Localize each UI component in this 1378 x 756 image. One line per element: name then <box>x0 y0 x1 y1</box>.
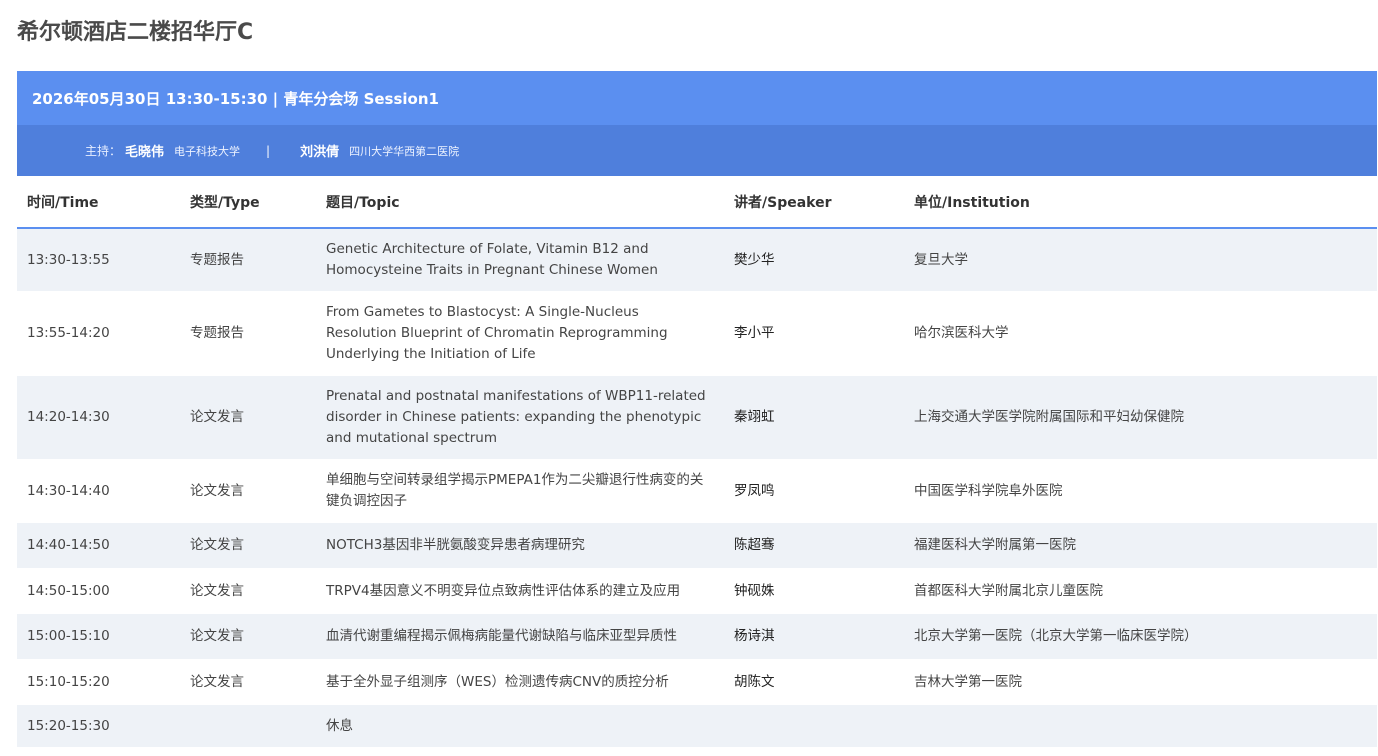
chair-name: 毛晓伟 <box>125 145 165 160</box>
cell-time: 13:30-13:55 <box>17 228 180 291</box>
cell-type <box>180 705 316 747</box>
cell-type: 论文发言 <box>190 673 244 690</box>
cell-speaker: 樊少华 <box>724 228 904 291</box>
session-block: 2026年05月30日 13:30-15:30 | 青年分会场 Session1… <box>17 71 1377 747</box>
table-row: 13:30-13:55 专题报告 Genetic Architecture of… <box>17 228 1377 291</box>
cell-speaker <box>724 705 904 747</box>
cell-type: 专题报告 <box>190 325 244 341</box>
session-header: 2026年05月30日 13:30-15:30 | 青年分会场 Session1 <box>17 71 1377 125</box>
cell-time: 14:40-14:50 <box>17 523 180 568</box>
cell-topic: 休息 <box>316 705 724 747</box>
cell-type: 论文发言 <box>180 614 316 659</box>
cell-time: 14:50-15:00 <box>27 582 110 599</box>
cell-time: 15:10-15:20 <box>27 673 110 690</box>
table-row: 13:55-14:20 专题报告 From Gametes to Blastoc… <box>17 291 1377 376</box>
header-time: 时间/Time <box>17 176 180 229</box>
header-type: 类型/Type <box>180 176 316 229</box>
cell-speaker: 秦翊虹 <box>724 376 904 459</box>
cell-institution: 上海交通大学医学院附属国际和平妇幼保健院 <box>904 376 1377 459</box>
cell-topic: 单细胞与空间转录组学揭示PMEPA1作为二尖瓣退行性病变的关键负调控因子 <box>326 472 704 509</box>
cell-speaker: 罗凤鸣 <box>734 482 775 499</box>
table-row: 14:30-14:40 论文发言 单细胞与空间转录组学揭示PMEPA1作为二尖瓣… <box>17 459 1377 523</box>
cell-topic: TRPV4基因意义不明变异位点致病性评估体系的建立及应用 <box>326 582 681 599</box>
cell-time: 13:55-14:20 <box>27 325 110 341</box>
venue-title: 希尔顿酒店二楼招华厅C <box>17 20 254 45</box>
cell-institution: 中国医学科学院阜外医院 <box>914 482 1063 499</box>
table-header-row: 时间/Time 类型/Type 题目/Topic 讲者/Speaker 单位/I… <box>17 176 1377 229</box>
cell-institution: 首都医科大学附属北京儿童医院 <box>914 582 1103 599</box>
cell-time: 14:20-14:30 <box>17 376 180 459</box>
cell-topic: Genetic Architecture of Folate, Vitamin … <box>316 228 724 291</box>
cell-institution: 哈尔滨医科大学 <box>914 325 1009 341</box>
cell-speaker: 陈超骞 <box>724 523 904 568</box>
cell-topic: 血清代谢重编程揭示佩梅病能量代谢缺陷与临床亚型异质性 <box>316 614 724 659</box>
cell-type: 论文发言 <box>180 376 316 459</box>
table-row: 14:50-15:00 论文发言 TRPV4基因意义不明变异位点致病性评估体系的… <box>17 568 1377 614</box>
cell-speaker: 杨诗淇 <box>724 614 904 659</box>
table-row: 15:00-15:10 论文发言 血清代谢重编程揭示佩梅病能量代谢缺陷与临床亚型… <box>17 614 1377 659</box>
cell-type: 专题报告 <box>180 228 316 291</box>
cell-time: 14:30-14:40 <box>27 482 110 499</box>
cell-topic: Prenatal and postnatal manifestations of… <box>316 376 724 459</box>
session-header-text: 2026年05月30日 13:30-15:30 | 青年分会场 Session1 <box>32 89 439 108</box>
cell-institution: 吉林大学第一医院 <box>914 673 1022 690</box>
chair-bar: 主持： 毛晓伟 电子科技大学 | 刘洪倩 四川大学华西第二医院 <box>17 125 1377 176</box>
cell-speaker: 李小平 <box>734 325 775 341</box>
cell-topic: NOTCH3基因非半胱氨酸变异患者病理研究 <box>316 523 724 568</box>
cell-institution: 北京大学第一医院（北京大学第一临床医学院） <box>904 614 1377 659</box>
chair-label: 主持： <box>85 144 122 158</box>
cell-speaker: 胡陈文 <box>734 673 775 690</box>
chair-institution: 电子科技大学 <box>174 144 241 158</box>
cell-institution <box>904 705 1377 747</box>
schedule-table: 时间/Time 类型/Type 题目/Topic 讲者/Speaker 单位/I… <box>17 176 1377 747</box>
cell-type: 论文发言 <box>190 582 244 599</box>
header-speaker: 讲者/Speaker <box>724 176 904 229</box>
cell-institution: 复旦大学 <box>904 228 1377 291</box>
table-row: 15:10-15:20 论文发言 基于全外显子组测序（WES）检测遗传病CNV的… <box>17 659 1377 705</box>
chair-name: 刘洪倩 <box>300 145 340 160</box>
cell-topic: From Gametes to Blastocyst: A Single-Nuc… <box>326 304 668 362</box>
cell-time: 15:00-15:10 <box>17 614 180 659</box>
cell-type: 论文发言 <box>190 482 244 499</box>
cell-type: 论文发言 <box>180 523 316 568</box>
chair-institution: 四川大学华西第二医院 <box>349 144 460 158</box>
chair-separator: | <box>266 143 271 158</box>
cell-speaker: 钟砚姝 <box>734 582 775 599</box>
table-row: 15:20-15:30 休息 <box>17 705 1377 747</box>
cell-time: 15:20-15:30 <box>17 705 180 747</box>
header-topic: 题目/Topic <box>316 176 724 229</box>
table-row: 14:40-14:50 论文发言 NOTCH3基因非半胱氨酸变异患者病理研究 陈… <box>17 523 1377 568</box>
table-row: 14:20-14:30 论文发言 Prenatal and postnatal … <box>17 376 1377 459</box>
cell-topic: 基于全外显子组测序（WES）检测遗传病CNV的质控分析 <box>326 673 669 690</box>
header-institution: 单位/Institution <box>904 176 1377 229</box>
cell-institution: 福建医科大学附属第一医院 <box>904 523 1377 568</box>
